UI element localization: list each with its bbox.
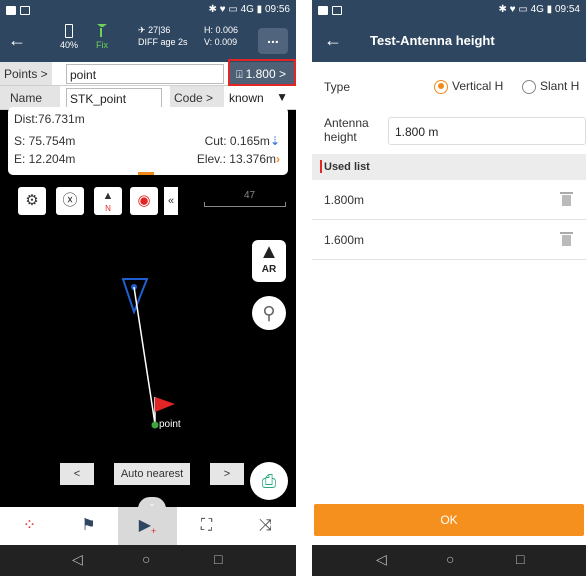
add-target-flag-icon[interactable]: ▶+: [118, 507, 177, 545]
bottom-toolbar: ⌄ ⁘ ⚑ ▶+ ⛶ ⤨: [0, 497, 296, 545]
home-circle-icon[interactable]: ○: [446, 551, 454, 567]
target-point-dot[interactable]: [151, 421, 159, 429]
collapse-view-icon[interactable]: ⤨: [236, 507, 295, 545]
previous-point-button[interactable]: <: [60, 463, 94, 485]
page-title: Test-Antenna height: [370, 33, 495, 48]
notification-icon: [332, 5, 342, 15]
antenna-height-label: Antenna height: [324, 116, 369, 144]
delete-trash-icon[interactable]: [560, 192, 573, 206]
store-point-icon[interactable]: ⎙: [250, 462, 288, 500]
delete-trash-icon[interactable]: [560, 232, 573, 246]
back-triangle-icon[interactable]: ◁: [72, 551, 83, 568]
recents-square-icon[interactable]: □: [214, 551, 222, 567]
back-triangle-icon[interactable]: ◁: [376, 551, 387, 568]
back-arrow-icon[interactable]: ←: [324, 30, 342, 51]
status-bar: ✱ ♥ ▭ 4G ▮ 09:54: [312, 0, 586, 20]
points-map-icon[interactable]: ⁘: [0, 507, 59, 545]
status-time: 09:54: [554, 4, 580, 15]
type-label: Type: [324, 80, 351, 94]
stakeout-point-icon[interactable]: ⚑: [59, 507, 118, 545]
system-nav-bar: ◁ ○ □: [312, 545, 586, 576]
auto-nearest-button[interactable]: Auto nearest: [114, 463, 190, 485]
right-phone-screen: ✱ ♥ ▭ 4G ▮ 09:54 ← Test-Antenna height T…: [312, 0, 586, 576]
page-header: ← Test-Antenna height: [312, 20, 586, 62]
used-list-item[interactable]: 1.800m: [312, 180, 586, 220]
stakeout-navigator: < Auto nearest >: [60, 463, 244, 485]
target-flag-icon: [155, 397, 175, 412]
target-point-label: point: [159, 419, 181, 430]
ok-button[interactable]: OK: [314, 504, 584, 536]
fit-view-icon[interactable]: ⛶: [177, 507, 236, 545]
slant-h-radio[interactable]: Slant H: [522, 79, 579, 94]
status-icons: ✱ ♥ ▭ 4G ▮ 09:54: [498, 4, 580, 15]
vertical-h-radio[interactable]: Vertical H: [434, 79, 503, 94]
radio-selected-icon: [434, 79, 448, 94]
radio-unselected-icon: [522, 79, 536, 94]
left-phone-screen: ✱ ♥ ▭ 4G ▮ 09:56 ← 40% Fix ✈ 27|36 DIFF …: [0, 0, 296, 576]
next-point-button[interactable]: >: [210, 463, 244, 485]
home-circle-icon[interactable]: ○: [142, 551, 150, 567]
system-nav-bar: ◁ ○ □: [0, 545, 296, 576]
antenna-height-input[interactable]: 1.800 m: [388, 117, 586, 145]
notification-icon: [318, 5, 328, 15]
recents-square-icon[interactable]: □: [516, 551, 524, 567]
guide-line: [133, 286, 156, 425]
used-list-item[interactable]: 1.600m: [312, 220, 586, 260]
used-list-header: Used list: [312, 154, 586, 180]
